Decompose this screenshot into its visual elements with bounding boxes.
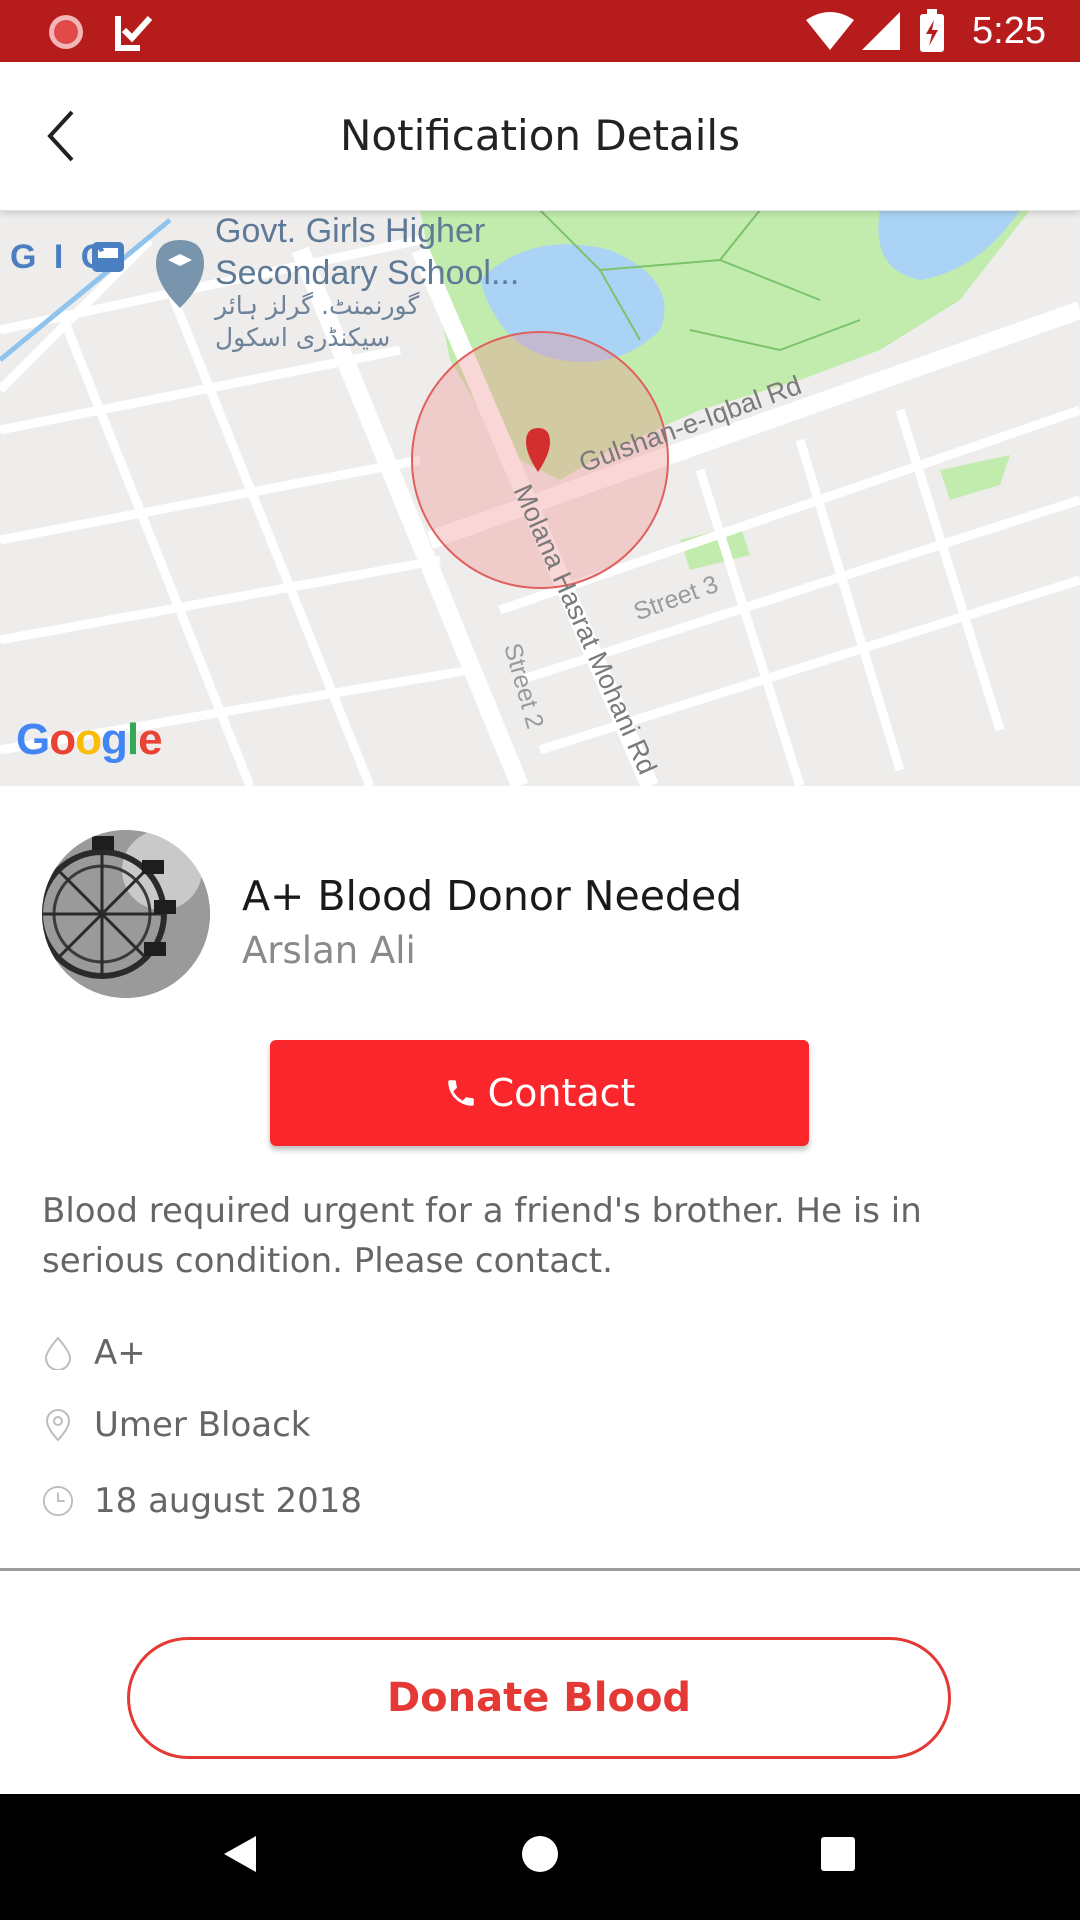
requester-name: Arslan Ali [242,929,416,972]
status-time: 5:25 [972,10,1046,52]
map-view[interactable]: Govt. Girls Higher Secondary School... گ… [0,210,1080,786]
page-title: Notification Details [340,111,740,160]
avatar [42,830,210,998]
map-label-school: Govt. Girls Higher Secondary School... [215,212,520,292]
nav-home-icon[interactable] [520,1834,560,1874]
info-location: Umer Bloack [42,1400,311,1450]
donate-blood-button[interactable]: Donate Blood [127,1637,951,1759]
contact-button[interactable]: Contact [270,1040,809,1146]
status-bar: 5:25 [0,0,1080,62]
contact-label: Contact [487,1071,636,1115]
battery-charging-icon [920,9,944,52]
info-date: 18 august 2018 [42,1476,362,1526]
location-value: Umer Bloack [94,1405,311,1445]
phone-icon [447,1080,474,1106]
google-logo: Google [16,715,163,764]
request-title: A+ Blood Donor Needed [242,872,743,920]
nav-recents-icon[interactable] [820,1836,856,1872]
map-label-school-urdu: گورنمنٹ. گرلز ہائر سیکنڈری اسکول [215,291,420,352]
map-label-gic: G I C [10,238,110,276]
divider [0,1568,1080,1571]
ferris-wheel-photo [42,830,210,998]
nav-back-icon[interactable] [222,1834,258,1874]
system-nav-bar [0,1794,1080,1920]
blood-drop-icon [42,1335,74,1371]
signal-icon [862,12,900,50]
app-icon [49,15,83,49]
info-blood-group: A+ [42,1328,146,1378]
clock-icon [42,1483,74,1519]
request-description: Blood required urgent for a friend's bro… [42,1191,922,1281]
location-pin-icon [42,1407,74,1443]
wifi-icon [806,12,854,50]
blood-group-value: A+ [94,1333,146,1373]
date-value: 18 august 2018 [94,1481,362,1521]
app-bar: Notification Details [0,62,1080,211]
check-app-icon [115,15,153,51]
